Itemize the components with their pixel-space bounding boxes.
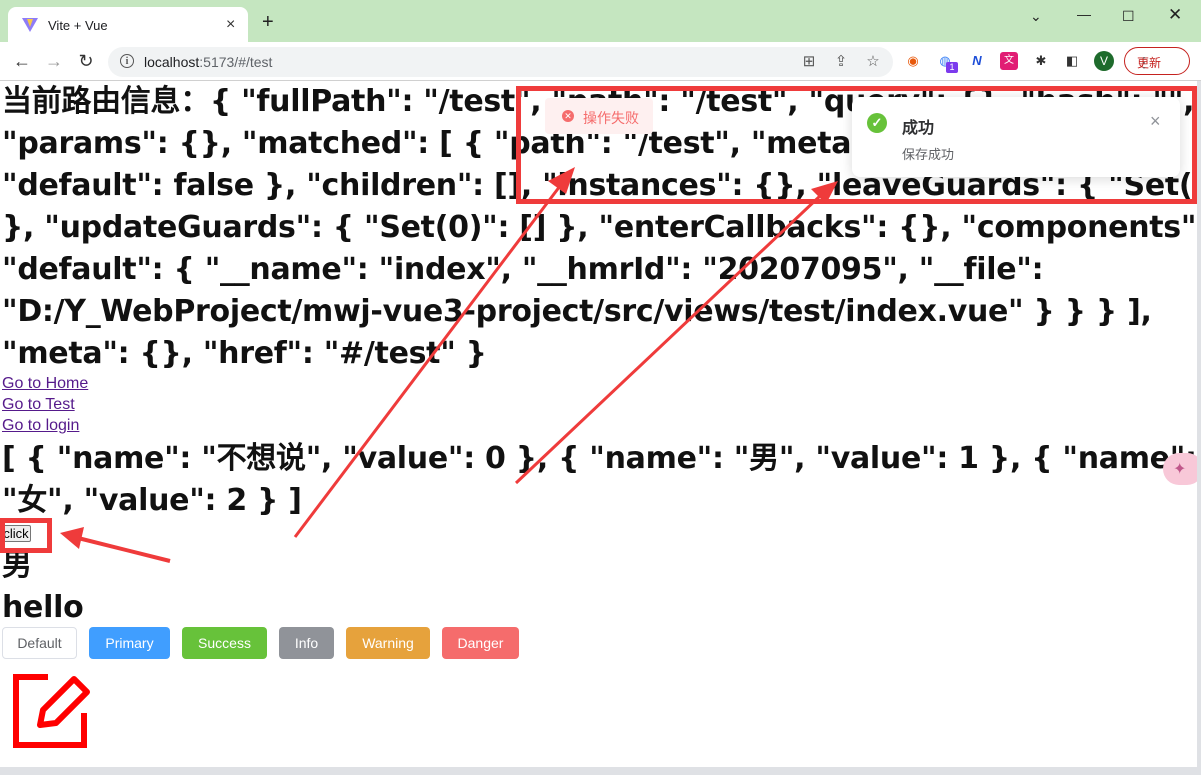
extension-translate-icon[interactable]: 文 bbox=[1000, 52, 1018, 70]
address-bar[interactable]: i localhost:5173/#/test ⊞ ⇪ ☆ bbox=[108, 47, 893, 77]
close-window-icon[interactable]: ✕ bbox=[1168, 5, 1182, 25]
extension-n-icon[interactable]: N bbox=[968, 52, 986, 70]
extension-badge: 1 bbox=[946, 62, 958, 73]
vite-icon bbox=[22, 18, 38, 32]
tab-close-icon[interactable]: × bbox=[226, 16, 235, 34]
tab-title: Vite + Vue bbox=[48, 18, 108, 33]
forward-icon[interactable]: → bbox=[44, 51, 64, 71]
new-tab-button[interactable]: + bbox=[262, 12, 274, 32]
bookmark-star-icon[interactable]: ☆ bbox=[864, 53, 882, 71]
window-titlebar: Vite + Vue × + ⌄ — ☐ ✕ bbox=[0, 0, 1201, 43]
chevron-down-icon[interactable]: ⌄ bbox=[1030, 8, 1042, 25]
browser-tab[interactable]: Vite + Vue × bbox=[8, 7, 248, 43]
maximize-icon[interactable]: ☐ bbox=[1122, 8, 1135, 25]
site-info-icon[interactable]: i bbox=[120, 54, 134, 68]
profile-avatar[interactable]: V bbox=[1094, 51, 1114, 71]
side-panel-icon[interactable]: ◧ bbox=[1063, 52, 1081, 70]
menu-dots-icon: ⋮ bbox=[1137, 54, 1151, 70]
back-icon[interactable]: ← bbox=[12, 51, 32, 71]
url-text[interactable]: localhost:5173/#/test bbox=[144, 54, 272, 70]
translate-icon[interactable]: ⊞ bbox=[800, 53, 818, 71]
minimize-icon[interactable]: — bbox=[1077, 6, 1091, 22]
browser-toolbar: ← → ↻ i localhost:5173/#/test ⊞ ⇪ ☆ ◉ ◍ … bbox=[0, 42, 1201, 81]
update-button[interactable]: 更新 ⋮ bbox=[1124, 47, 1190, 75]
extension-record-icon[interactable]: ◉ bbox=[904, 52, 922, 70]
annotation-arrows bbox=[60, 167, 838, 563]
share-icon[interactable]: ⇪ bbox=[832, 53, 850, 71]
page-viewport: 当前路由信息：{ "fullPath": "/test", "path": "/… bbox=[0, 81, 1197, 767]
reload-icon[interactable]: ↻ bbox=[76, 51, 96, 71]
extensions-puzzle-icon[interactable]: ✱ bbox=[1032, 52, 1050, 70]
